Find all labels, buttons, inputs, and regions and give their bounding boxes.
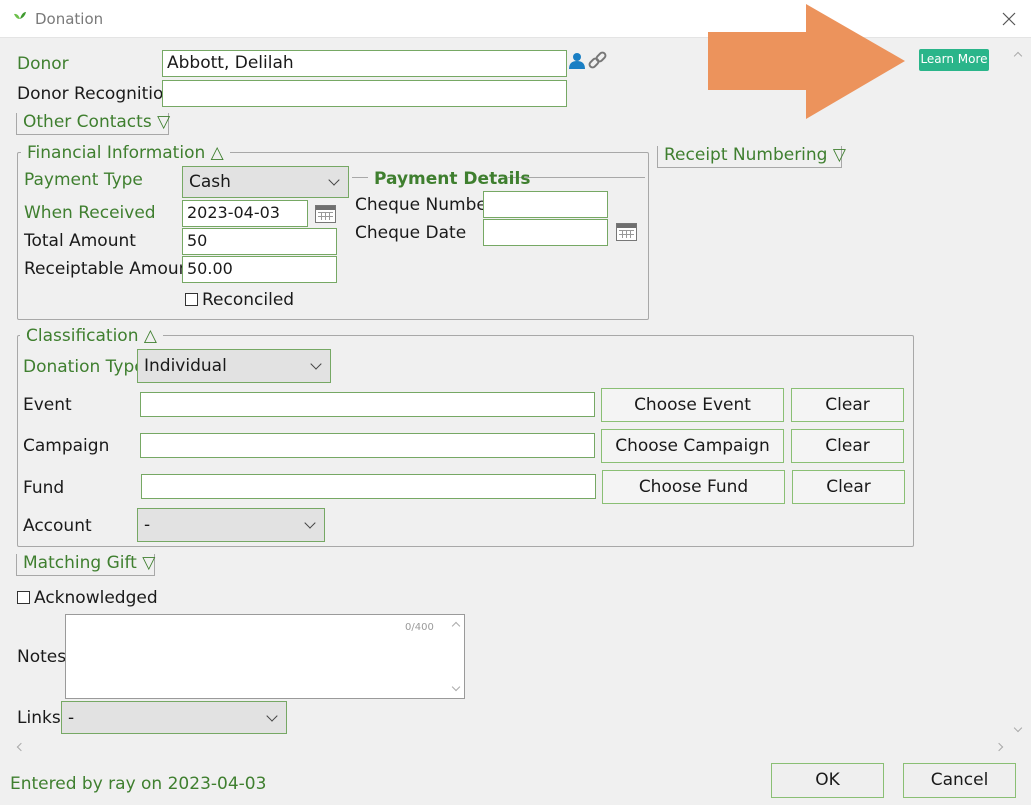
cancel-button[interactable]: Cancel	[903, 763, 1016, 798]
fund-field[interactable]	[141, 474, 596, 499]
total-amount-field[interactable]: 50	[182, 228, 337, 255]
receiptable-amount-label: Receiptable Amount	[24, 259, 197, 279]
cheque-date-field[interactable]	[483, 219, 608, 246]
learn-more-button[interactable]: Learn More	[919, 49, 989, 71]
chevron-down-icon	[266, 710, 278, 722]
scroll-down-icon[interactable]	[1013, 723, 1023, 733]
clear-fund-button[interactable]: Clear	[792, 470, 905, 504]
donation-type-value: Individual	[144, 356, 227, 376]
receiptable-amount-field[interactable]: 50.00	[182, 256, 337, 283]
donor-field[interactable]: Abbott, Delilah	[162, 50, 567, 77]
scroll-right-icon[interactable]	[994, 742, 1004, 752]
campaign-label: Campaign	[23, 436, 110, 456]
notes-scrollbar[interactable]	[449, 615, 464, 698]
cheque-number-label: Cheque Number	[355, 195, 494, 215]
horizontal-scrollbar[interactable]	[14, 740, 1007, 754]
matching-gift-toggle[interactable]: Matching Gift ▽	[16, 554, 155, 576]
financial-info-legend[interactable]: Financial Information △	[21, 143, 230, 163]
choose-campaign-button[interactable]: Choose Campaign	[601, 429, 784, 463]
event-label: Event	[23, 395, 72, 415]
entered-by-text: Entered by ray on 2023-04-03	[10, 774, 267, 794]
leaf-icon	[14, 12, 26, 19]
notes-label: Notes	[17, 647, 67, 667]
cheque-number-field[interactable]	[483, 191, 608, 218]
campaign-field[interactable]	[140, 433, 595, 458]
when-received-label: When Received	[24, 203, 156, 223]
reconciled-checkbox[interactable]	[185, 293, 198, 306]
classification-legend[interactable]: Classification △	[20, 326, 163, 346]
person-icon[interactable]	[568, 52, 586, 70]
links-select[interactable]: -	[61, 701, 287, 734]
account-label: Account	[23, 516, 92, 536]
acknowledged-label: Acknowledged	[34, 588, 158, 608]
choose-event-button[interactable]: Choose Event	[601, 388, 784, 422]
payment-type-value: Cash	[189, 172, 231, 192]
reconciled-label: Reconciled	[202, 290, 295, 310]
payment-details-rule-left	[352, 177, 368, 178]
vertical-scrollbar[interactable]	[1012, 45, 1026, 742]
payment-type-select[interactable]: Cash	[182, 166, 349, 198]
donation-type-select[interactable]: Individual	[137, 349, 331, 383]
payment-details-heading: Payment Details	[374, 169, 531, 189]
cheque-date-label: Cheque Date	[355, 223, 467, 243]
chevron-down-icon	[310, 358, 322, 370]
donation-type-label: Donation Type	[23, 357, 145, 377]
notes-textarea[interactable]: 0/400	[65, 614, 465, 699]
chevron-down-icon	[328, 174, 340, 186]
receipt-numbering-toggle[interactable]: Receipt Numbering ▽	[657, 146, 846, 168]
chevron-down-icon	[304, 517, 316, 529]
calendar-icon[interactable]	[616, 223, 637, 241]
notes-counter: 0/400	[405, 622, 434, 633]
window-title: Donation	[35, 10, 104, 28]
payment-type-label: Payment Type	[24, 170, 143, 190]
scroll-up-icon[interactable]	[451, 621, 461, 631]
when-received-field[interactable]: 2023-04-03	[182, 200, 308, 227]
account-select[interactable]: -	[137, 508, 325, 542]
donor-recognition-label: Donor Recognition	[17, 84, 175, 104]
event-field[interactable]	[140, 392, 595, 417]
fund-label: Fund	[23, 478, 65, 498]
account-value: -	[144, 515, 151, 535]
acknowledged-checkbox[interactable]	[17, 591, 30, 604]
close-icon[interactable]	[1002, 12, 1016, 26]
scroll-up-icon[interactable]	[1013, 51, 1023, 61]
clear-event-button[interactable]: Clear	[791, 388, 904, 422]
clear-campaign-button[interactable]: Clear	[791, 429, 904, 463]
scroll-left-icon[interactable]	[16, 742, 26, 752]
donor-label: Donor	[17, 54, 69, 74]
ok-button[interactable]: OK	[771, 763, 884, 798]
total-amount-label: Total Amount	[24, 231, 136, 251]
calendar-icon[interactable]	[315, 205, 336, 223]
choose-fund-button[interactable]: Choose Fund	[602, 470, 785, 504]
other-contacts-toggle[interactable]: Other Contacts ▽	[16, 113, 170, 135]
link-icon[interactable]	[587, 50, 609, 72]
links-value: -	[68, 708, 75, 728]
links-label: Links	[17, 708, 61, 728]
donor-recognition-field[interactable]	[162, 80, 567, 107]
arrow-annotation	[708, 4, 905, 119]
scroll-down-icon[interactable]	[451, 682, 461, 692]
